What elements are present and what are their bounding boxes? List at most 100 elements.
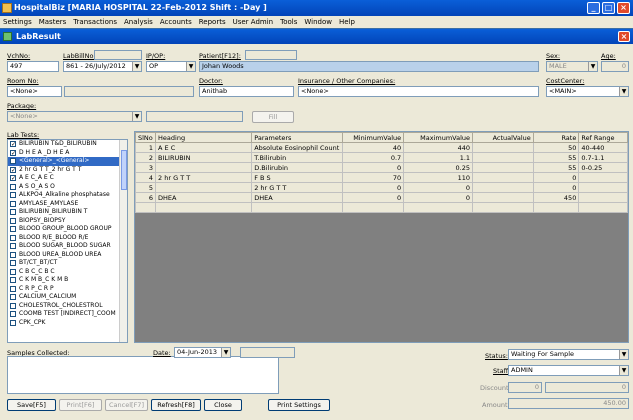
parameters-grid[interactable]: SlNo Heading Parameters MinimumValue Maximum… (134, 131, 629, 343)
menu-user-admin[interactable]: User Admin (233, 18, 274, 26)
menu-window[interactable]: Window (304, 18, 332, 26)
staff-select[interactable]: ADMIN ▼ (508, 365, 629, 376)
print-settings-button[interactable]: Print Settings (268, 399, 330, 411)
lab-test-item[interactable]: A S O_A S O (8, 183, 127, 192)
lab-test-item[interactable]: CALCIUM_CALCIUM (8, 293, 127, 302)
cancel-button[interactable]: Cancel[F7] (105, 399, 148, 411)
grid-cell[interactable] (472, 162, 534, 173)
menu-analysis[interactable]: Analysis (124, 18, 153, 26)
column-header[interactable]: Rate (532, 132, 580, 143)
scrollbar[interactable] (119, 140, 127, 342)
maximize-button[interactable]: □ (602, 2, 615, 14)
menu-tools[interactable]: Tools (280, 18, 297, 26)
package-select[interactable]: <None> ▼ (7, 111, 142, 122)
menu-transactions[interactable]: Transactions (73, 18, 117, 26)
checkbox[interactable] (10, 268, 16, 275)
lab-test-item[interactable]: ✓ <General>_<General> (8, 157, 127, 166)
chevron-down-icon[interactable]: ▼ (619, 87, 628, 96)
menu-masters[interactable]: Masters (39, 18, 67, 26)
checkbox[interactable] (10, 251, 16, 258)
checkbox[interactable] (10, 192, 16, 199)
lab-test-item[interactable]: ALKPO4_Alkaline phosphatase (8, 191, 127, 200)
lab-test-item[interactable]: ✓ D H E A _D H E A (8, 149, 127, 158)
checkbox[interactable]: ✓ (10, 149, 16, 156)
chevron-down-icon[interactable]: ▼ (186, 62, 195, 71)
insurance-field[interactable]: <None> (298, 86, 539, 97)
grid-cell[interactable] (472, 202, 534, 213)
fill-button[interactable]: Fill (252, 111, 294, 123)
table-row[interactable]: 52 hr G T T000 (134, 182, 628, 193)
lab-test-item[interactable]: BLOOD GROUP_BLOOD GROUP (8, 225, 127, 234)
column-header[interactable]: Heading (155, 132, 253, 143)
lab-test-item[interactable]: AMYLASE_AMYLASE (8, 200, 127, 209)
checkbox[interactable] (10, 183, 16, 190)
grid-cell[interactable] (472, 192, 534, 203)
table-row[interactable]: 42 hr G T TF B S 70 110 0 (134, 172, 628, 183)
lab-test-item[interactable]: CPK_CPK (8, 319, 127, 328)
lab-test-item[interactable]: BILIRUBIN_BILIRUBIN T (8, 208, 127, 217)
column-header[interactable]: Ref Range (578, 132, 628, 143)
column-header[interactable]: MinimumValue (342, 132, 405, 143)
checkbox[interactable]: ✓ (10, 175, 16, 182)
lab-test-item[interactable]: BIOPSY_BIOPSY (8, 217, 127, 226)
column-header[interactable]: MaximumValue (403, 132, 474, 143)
lab-test-item[interactable]: BLOOD UREA_BLOOD UREA (8, 251, 127, 260)
doctor-field[interactable]: Anithab (199, 86, 294, 97)
checkbox[interactable] (10, 243, 16, 250)
checkbox[interactable] (10, 217, 16, 224)
discount-amount-field[interactable]: 0 (545, 382, 629, 393)
close-app-button[interactable]: × (617, 2, 630, 14)
checkbox[interactable] (10, 285, 16, 292)
menu-settings[interactable]: Settings (3, 18, 32, 26)
grid-cell[interactable] (472, 182, 534, 193)
table-row[interactable] (134, 202, 628, 213)
sex-select[interactable]: MALE ▼ (546, 61, 598, 72)
lab-test-item[interactable]: BLOOD SUGAR_BLOOD SUGAR (8, 242, 127, 251)
grid-cell[interactable] (472, 152, 534, 163)
roomno-field[interactable]: <None> (7, 86, 62, 97)
grid-cell[interactable] (472, 142, 534, 153)
checkbox[interactable] (10, 319, 16, 326)
lab-tests-list[interactable]: ✓ BILIRUBIN T&D_BILIRUBIN ✓ D H E A _D H E … (7, 139, 128, 343)
labbillno-select[interactable]: 861 - 26/July/2012 ▼ (63, 61, 142, 72)
menu-help[interactable]: Help (339, 18, 355, 26)
chevron-down-icon[interactable]: ▼ (132, 112, 141, 121)
vchno-field[interactable]: 497 (7, 61, 59, 72)
column-header[interactable]: ActualValue (472, 132, 534, 143)
chevron-down-icon[interactable]: ▼ (588, 62, 597, 71)
lab-test-item[interactable]: C B C_C B C (8, 268, 127, 277)
checkbox[interactable] (10, 209, 16, 216)
grid-cell[interactable] (472, 172, 534, 183)
column-header[interactable]: SlNo (134, 132, 157, 143)
lab-test-item[interactable]: BLOOD R/E_BLOOD R/E (8, 234, 127, 243)
samples-collected-field[interactable] (7, 356, 279, 394)
lab-test-item[interactable]: C R P_C R P (8, 285, 127, 294)
patient-field[interactable]: Johan Woods (199, 61, 539, 72)
age-field[interactable]: 0 (601, 61, 629, 72)
checkbox[interactable] (10, 294, 16, 301)
lab-test-item[interactable]: C K M B_C K M B (8, 276, 127, 285)
lab-test-item[interactable]: BT/CT_BT/CT (8, 259, 127, 268)
checkbox[interactable] (10, 226, 16, 233)
chevron-down-icon[interactable]: ▼ (619, 366, 628, 375)
table-row[interactable]: 1A E C Absolute Eosinophil Count 40 440 50 40… (134, 142, 628, 153)
refresh-button[interactable]: Refresh[F8] (151, 399, 201, 411)
print-button[interactable]: Print[F6] (59, 399, 102, 411)
status-select[interactable]: Waiting For Sample ▼ (508, 349, 629, 360)
minimize-button[interactable]: _ (587, 2, 600, 14)
calendar-dropdown-icon[interactable]: ▼ (221, 348, 230, 357)
menu-accounts[interactable]: Accounts (160, 18, 192, 26)
menu-reports[interactable]: Reports (199, 18, 226, 26)
chevron-down-icon[interactable]: ▼ (619, 350, 628, 359)
table-row[interactable]: 3 D.Bilirubin 0 0.25 55 0-0.25 (134, 162, 628, 173)
save-button[interactable]: Save[F5] (7, 399, 56, 411)
close-window-button[interactable]: × (618, 31, 630, 42)
lab-test-item[interactable]: COOMB TEST [INDIRECT]_COOM (8, 310, 127, 319)
checkbox[interactable]: ✓ (10, 166, 16, 173)
lab-test-item[interactable]: ✓ A E C_A E C (8, 174, 127, 183)
discount-percent-field[interactable]: 0 (508, 382, 542, 393)
checkbox[interactable] (10, 260, 16, 267)
column-header[interactable]: Parameters (251, 132, 344, 143)
checkbox[interactable]: ✓ (10, 141, 16, 148)
date-picker[interactable]: 04-Jun-2013 ▼ (174, 347, 231, 358)
